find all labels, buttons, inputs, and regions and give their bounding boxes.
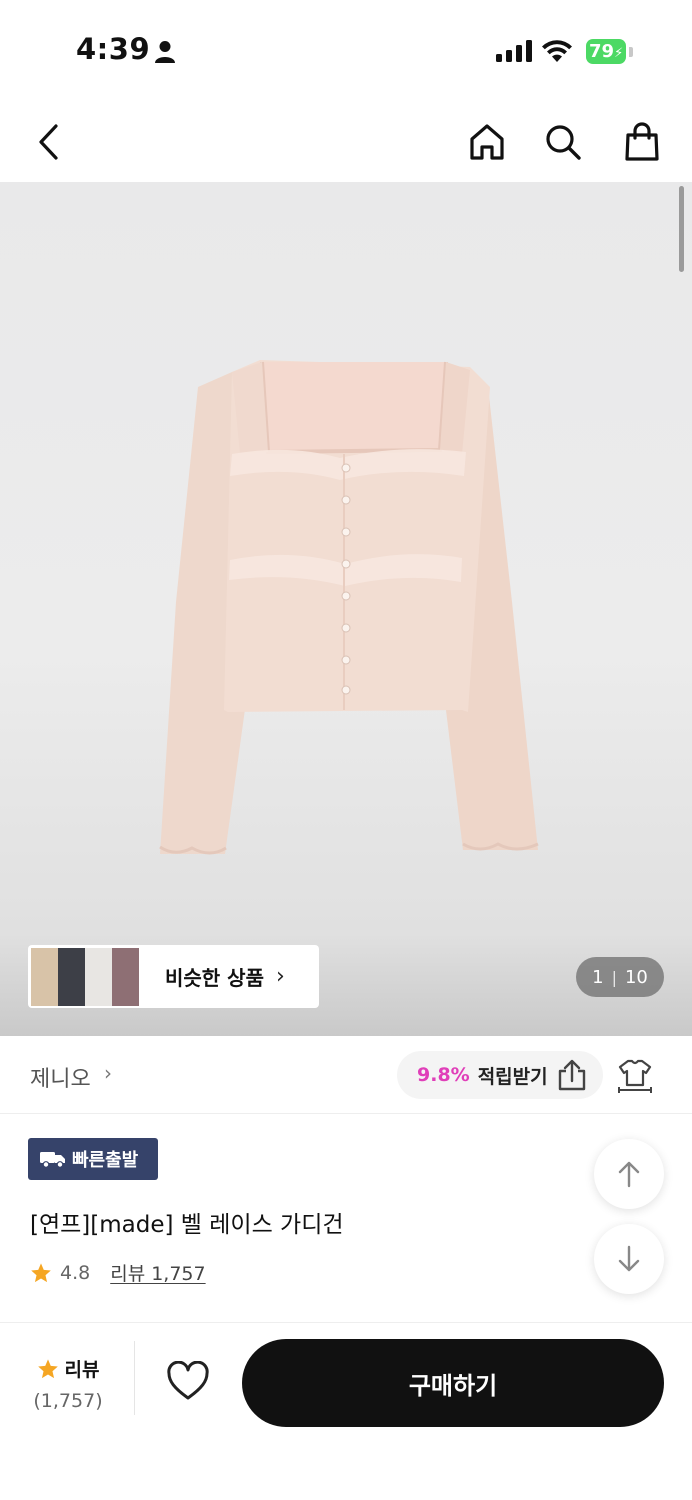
thumbnail-image — [112, 947, 139, 1006]
seller-row: 제니오 › 9.8% 적립받기 — [0, 1036, 692, 1114]
truck-icon — [40, 1152, 65, 1168]
fast-shipping-badge: 빠른출발 — [28, 1138, 158, 1180]
thumbnail-image — [85, 947, 112, 1006]
search-icon — [546, 125, 581, 160]
battery-level: 79 — [589, 41, 615, 62]
bottom-review-header: 리뷰 — [28, 1355, 108, 1382]
reward-label: 적립받기 — [477, 1065, 548, 1088]
chevron-right-icon: › — [275, 964, 285, 989]
pager-total: 10 — [624, 966, 648, 988]
nav-bar — [0, 100, 692, 182]
star-icon — [37, 1358, 58, 1378]
product-image-carousel[interactable]: 비슷한 상품 › 1 | 10 — [0, 182, 692, 1036]
scroll-down-button[interactable] — [594, 1224, 664, 1294]
scroll-indicator — [679, 186, 684, 272]
pager-current: 1 — [592, 966, 604, 988]
bottom-review-button[interactable]: 리뷰 (1,757) — [28, 1355, 108, 1412]
bottom-review-label: 리뷰 — [64, 1359, 100, 1381]
status-time: 4:39 — [76, 32, 151, 66]
cart-button[interactable] — [620, 120, 664, 164]
rating-value: 4.8 — [60, 1261, 91, 1284]
thumbnail-image — [31, 947, 58, 1006]
chevron-right-icon: › — [104, 1061, 112, 1085]
search-button[interactable] — [541, 120, 585, 164]
similar-products-button[interactable]: 비슷한 상품 › — [28, 945, 319, 1008]
review-link[interactable]: 리뷰 1,757 — [110, 1259, 205, 1286]
product-title: [연프][made] 벨 레이스 가디건 — [30, 1212, 344, 1238]
wifi-icon — [542, 40, 572, 62]
shopping-bag-icon — [625, 122, 659, 161]
chevron-left-icon — [39, 124, 58, 160]
battery-indicator: 79⚡ — [586, 39, 626, 64]
signal-icon — [496, 40, 532, 62]
size-compare-icon[interactable] — [616, 1057, 654, 1093]
product-image — [159, 360, 539, 855]
similar-products-thumbnails — [31, 947, 139, 1006]
reward-percent: 9.8% — [417, 1064, 470, 1086]
arrow-up-icon — [618, 1161, 640, 1188]
share-icon[interactable] — [556, 1059, 588, 1091]
home-icon — [470, 124, 504, 160]
rating-row: 4.8 리뷰 1,757 — [30, 1259, 206, 1286]
brand-link[interactable]: 제니오 — [30, 1061, 91, 1093]
fast-shipping-label: 빠른출발 — [72, 1150, 139, 1171]
bottom-review-count: (1,757) — [33, 1390, 103, 1412]
similar-products-label: 비슷한 상품 — [165, 966, 264, 990]
arrow-down-icon — [618, 1245, 640, 1272]
status-bar: 4:39 79⚡ — [0, 0, 692, 100]
battery-cap — [629, 47, 633, 57]
scroll-up-button[interactable] — [594, 1139, 664, 1209]
buy-button[interactable]: 구매하기 — [242, 1339, 664, 1427]
star-icon — [31, 1262, 51, 1282]
back-button[interactable] — [26, 120, 70, 164]
divider — [134, 1341, 135, 1415]
heart-icon[interactable] — [166, 1361, 210, 1401]
bottom-action-bar: 리뷰 (1,757) 구매하기 — [0, 1322, 692, 1500]
home-button[interactable] — [465, 120, 509, 164]
person-icon — [155, 41, 175, 63]
pager-separator: | — [611, 967, 617, 987]
thumbnail-image — [58, 947, 85, 1006]
image-pager: 1 | 10 — [576, 957, 664, 997]
